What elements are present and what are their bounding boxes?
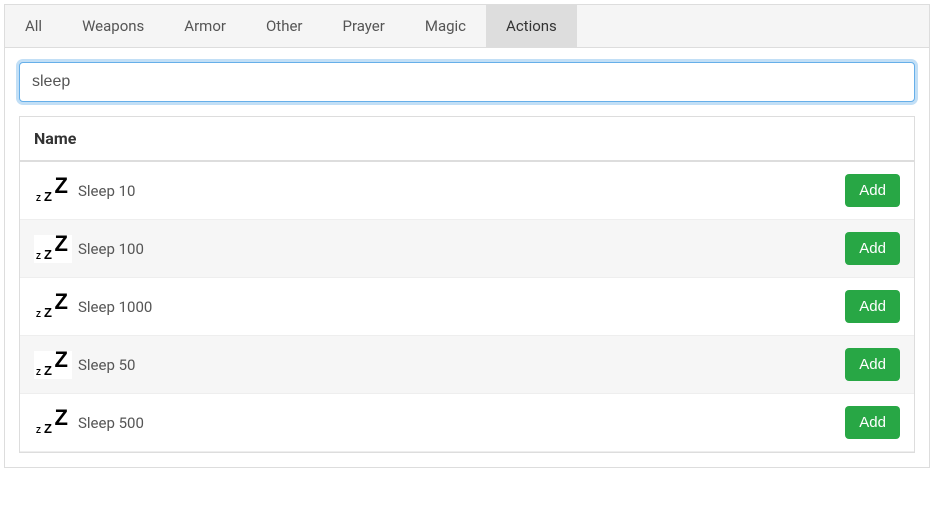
add-button[interactable]: Add [845,290,900,323]
add-button[interactable]: Add [845,348,900,381]
sleep-icon: ZZZ [34,177,72,205]
tab-magic[interactable]: Magic [405,5,486,47]
row-name: Sleep 10 [78,182,845,200]
tab-actions[interactable]: Actions [486,5,577,47]
table-row: ZZZ Sleep 1000 Add [20,278,914,336]
table-row: ZZZ Sleep 100 Add [20,220,914,278]
row-name: Sleep 500 [78,414,845,432]
tab-other[interactable]: Other [246,5,323,47]
tab-all[interactable]: All [5,5,62,47]
search-container [5,48,929,116]
row-name: Sleep 100 [78,240,845,258]
table-row: ZZZ Sleep 500 Add [20,394,914,452]
row-name: Sleep 1000 [78,298,845,316]
search-input[interactable] [19,62,915,102]
results-body[interactable]: ZZZ Sleep 10 Add ZZZ Sleep 100 Add ZZZ [20,162,914,452]
tab-armor[interactable]: Armor [164,5,246,47]
tab-prayer[interactable]: Prayer [323,5,405,47]
sleep-icon: ZZZ [34,351,72,379]
table-row: ZZZ Sleep 50 Add [20,336,914,394]
table-row: ZZZ Sleep 10 Add [20,162,914,220]
tab-weapons[interactable]: Weapons [62,5,164,47]
row-name: Sleep 50 [78,356,845,374]
sleep-icon: ZZZ [34,293,72,321]
add-button[interactable]: Add [845,174,900,207]
category-tabs: All Weapons Armor Other Prayer Magic Act… [5,5,929,48]
sleep-icon: ZZZ [34,409,72,437]
column-header-name: Name [20,117,914,162]
add-button[interactable]: Add [845,406,900,439]
add-button[interactable]: Add [845,232,900,265]
results-table: Name ZZZ Sleep 10 Add ZZZ Sleep 100 Add [19,116,915,453]
sleep-icon: ZZZ [34,235,72,263]
items-panel: All Weapons Armor Other Prayer Magic Act… [4,4,930,468]
